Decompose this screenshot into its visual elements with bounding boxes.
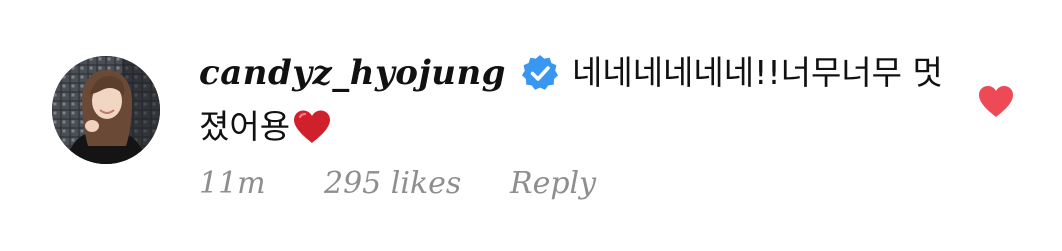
comment-text-line-1: 네네네네네네!!너무너무 멋: [571, 53, 943, 92]
heart-icon: [979, 86, 1013, 117]
avatar[interactable]: [52, 56, 160, 164]
likes-count[interactable]: 295 likes: [324, 166, 510, 201]
comment-line-2: 졌어용: [199, 100, 959, 154]
comment-timestamp: 11m: [199, 165, 266, 201]
verified-badge-icon: [520, 53, 560, 93]
comment-meta: 11m 295 likes Reply: [199, 160, 596, 206]
red-heart-emoji-icon: [292, 109, 332, 145]
comment-body: candyz_hyojung 네네네네네네!!너무너무 멋 졌어용: [199, 46, 959, 154]
comment-text-line-2: 졌어용: [199, 107, 291, 146]
like-button[interactable]: [977, 84, 1015, 120]
comment-line-1: candyz_hyojung 네네네네네네!!너무너무 멋: [199, 46, 959, 100]
username[interactable]: candyz_hyojung: [199, 46, 506, 100]
comment: candyz_hyojung 네네네네네네!!너무너무 멋 졌어용 11m 29…: [0, 0, 1062, 251]
avatar-image: [52, 56, 160, 164]
reply-button[interactable]: Reply: [510, 166, 596, 201]
